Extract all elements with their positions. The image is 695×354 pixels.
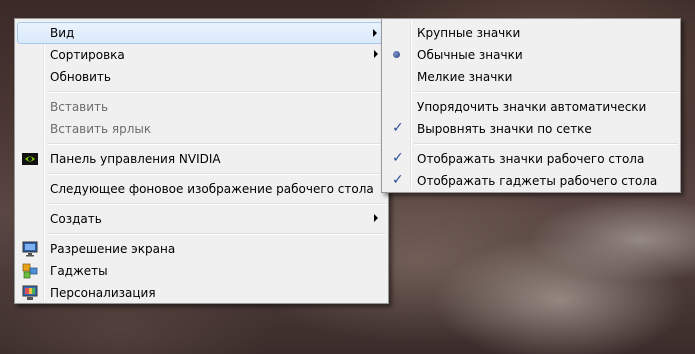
menu-item-screen-resolution[interactable]: Разрешение экрана — [17, 238, 386, 260]
submenu-arrow-icon — [374, 214, 378, 222]
submenu-item-medium-icons[interactable]: Обычные значки — [384, 44, 678, 66]
menu-item-paste-shortcut[interactable]: Вставить ярлык — [17, 118, 386, 140]
menu-item-personalization[interactable]: Персонализация — [17, 282, 386, 304]
view-submenu: Крупные значки Обычные значки Мелкие зна… — [381, 18, 681, 193]
menu-separator — [47, 173, 386, 175]
menu-item-label: Разрешение экрана — [50, 242, 176, 256]
submenu-item-auto-arrange[interactable]: Упорядочить значки автоматически — [384, 96, 678, 118]
submenu-item-show-desktop-icons[interactable]: ✓ Отображать значки рабочего стола — [384, 148, 678, 170]
menu-item-label: Вид — [50, 26, 75, 40]
menu-item-nvidia-control-panel[interactable]: Панель управления NVIDIA — [17, 148, 386, 170]
menu-separator — [47, 91, 386, 93]
menu-item-label: Вставить — [50, 100, 109, 114]
menu-separator — [47, 233, 386, 235]
submenu-arrow-icon — [374, 50, 378, 58]
menu-item-label: Следующее фоновое изображение рабочего с… — [50, 182, 374, 196]
menu-item-label: Вставить ярлык — [50, 122, 152, 136]
personalization-icon — [22, 285, 38, 301]
menu-item-refresh[interactable]: Обновить — [17, 66, 386, 88]
menu-item-label: Панель управления NVIDIA — [50, 152, 221, 166]
desktop-context-menu: Вид Сортировка Обновить Вставить Вставит… — [14, 18, 389, 304]
menu-item-label: Создать — [50, 212, 102, 226]
menu-item-new[interactable]: Создать — [17, 208, 386, 230]
monitor-icon — [22, 241, 38, 257]
submenu-arrow-icon — [373, 29, 377, 37]
checkmark-icon: ✓ — [392, 150, 404, 166]
menu-separator — [47, 203, 386, 205]
menu-item-sort[interactable]: Сортировка — [17, 44, 386, 66]
menu-separator — [47, 143, 386, 145]
menu-item-label: Крупные значки — [417, 26, 521, 40]
menu-separator — [414, 91, 678, 93]
gadgets-icon — [22, 263, 38, 279]
menu-item-view[interactable]: Вид — [17, 22, 386, 44]
menu-item-label: Обычные значки — [417, 48, 523, 62]
menu-separator — [414, 143, 678, 145]
submenu-item-align-to-grid[interactable]: ✓ Выровнять значки по сетке — [384, 118, 678, 140]
menu-item-next-background[interactable]: Следующее фоновое изображение рабочего с… — [17, 178, 386, 200]
radio-bullet-icon — [393, 51, 400, 58]
menu-item-label: Сортировка — [50, 48, 125, 62]
menu-item-label: Отображать гаджеты рабочего стола — [417, 174, 658, 188]
nvidia-icon — [22, 151, 38, 167]
checkmark-icon: ✓ — [392, 120, 404, 136]
checkmark-icon: ✓ — [392, 172, 404, 188]
menu-item-label: Выровнять значки по сетке — [417, 122, 592, 136]
menu-item-label: Отображать значки рабочего стола — [417, 152, 645, 166]
menu-item-paste[interactable]: Вставить — [17, 96, 386, 118]
menu-item-label: Мелкие значки — [417, 70, 513, 84]
menu-item-gadgets[interactable]: Гаджеты — [17, 260, 386, 282]
menu-item-label: Упорядочить значки автоматически — [417, 100, 647, 114]
menu-item-label: Обновить — [50, 70, 111, 84]
submenu-item-small-icons[interactable]: Мелкие значки — [384, 66, 678, 88]
menu-item-label: Персонализация — [50, 286, 156, 300]
menu-item-label: Гаджеты — [50, 264, 108, 278]
submenu-item-large-icons[interactable]: Крупные значки — [384, 22, 678, 44]
submenu-item-show-gadgets[interactable]: ✓ Отображать гаджеты рабочего стола — [384, 170, 678, 192]
